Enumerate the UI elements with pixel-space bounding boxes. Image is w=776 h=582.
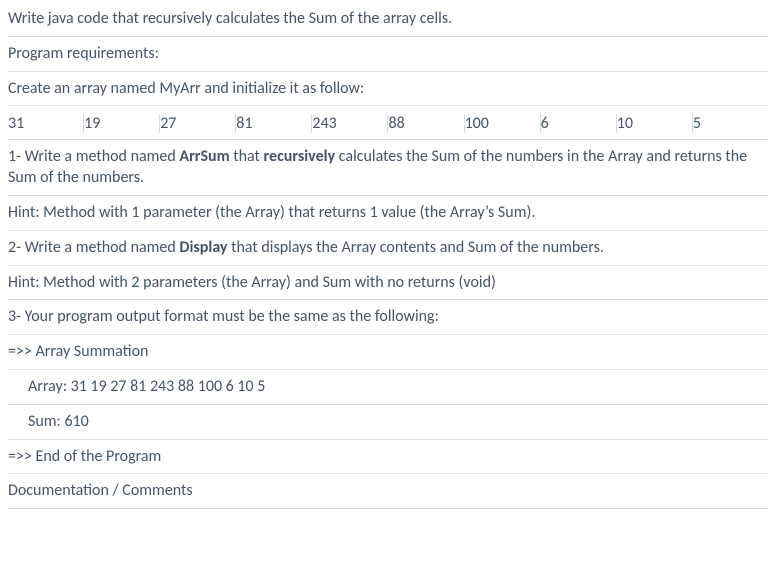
bold-text: Display	[179, 238, 227, 257]
step-3-line: 3- Your program output format must be th…	[8, 300, 768, 335]
text-segment: 2- Write a method named	[8, 238, 179, 257]
array-cell: 19	[84, 114, 160, 133]
requirements-header: Program requirements:	[8, 37, 768, 72]
output-line-1: =>> Array Summation	[8, 335, 768, 370]
hint-1-line: Hint: Method with 1 parameter (the Array…	[8, 196, 768, 231]
hint-2-line: Hint: Method with 2 parameters (the Arra…	[8, 266, 768, 301]
array-cell: 81	[236, 114, 312, 133]
array-cell: 100	[465, 114, 541, 133]
text-segment: that	[230, 147, 264, 166]
array-cell: 10	[617, 114, 693, 133]
array-cell: 31	[8, 114, 84, 133]
create-array-line: Create an array named MyArr and initiali…	[8, 72, 768, 107]
documentation-line: Documentation / Comments	[8, 474, 768, 509]
array-values-row: 31 19 27 81 243 88 100 6 10 5	[8, 106, 768, 140]
output-line-2: Array: 31 19 27 81 243 88 100 6 10 5	[8, 370, 768, 405]
array-cell: 243	[312, 114, 388, 133]
array-cell: 6	[541, 114, 617, 133]
step-2-line: 2- Write a method named Display that dis…	[8, 231, 768, 266]
array-cell: 88	[388, 114, 464, 133]
step-1-line: 1- Write a method named ArrSum that recu…	[8, 140, 768, 196]
bold-text: ArrSum	[179, 147, 229, 166]
title-line: Write java code that recursively calcula…	[8, 2, 768, 37]
text-segment: that displays the Array contents and Sum…	[228, 238, 604, 257]
array-cell: 5	[693, 114, 768, 133]
bold-text: recursively	[264, 147, 336, 166]
output-line-4: =>> End of the Program	[8, 440, 768, 475]
array-cell: 27	[160, 114, 236, 133]
output-line-3: Sum: 610	[8, 405, 768, 440]
text-segment: 1- Write a method named	[8, 147, 179, 166]
